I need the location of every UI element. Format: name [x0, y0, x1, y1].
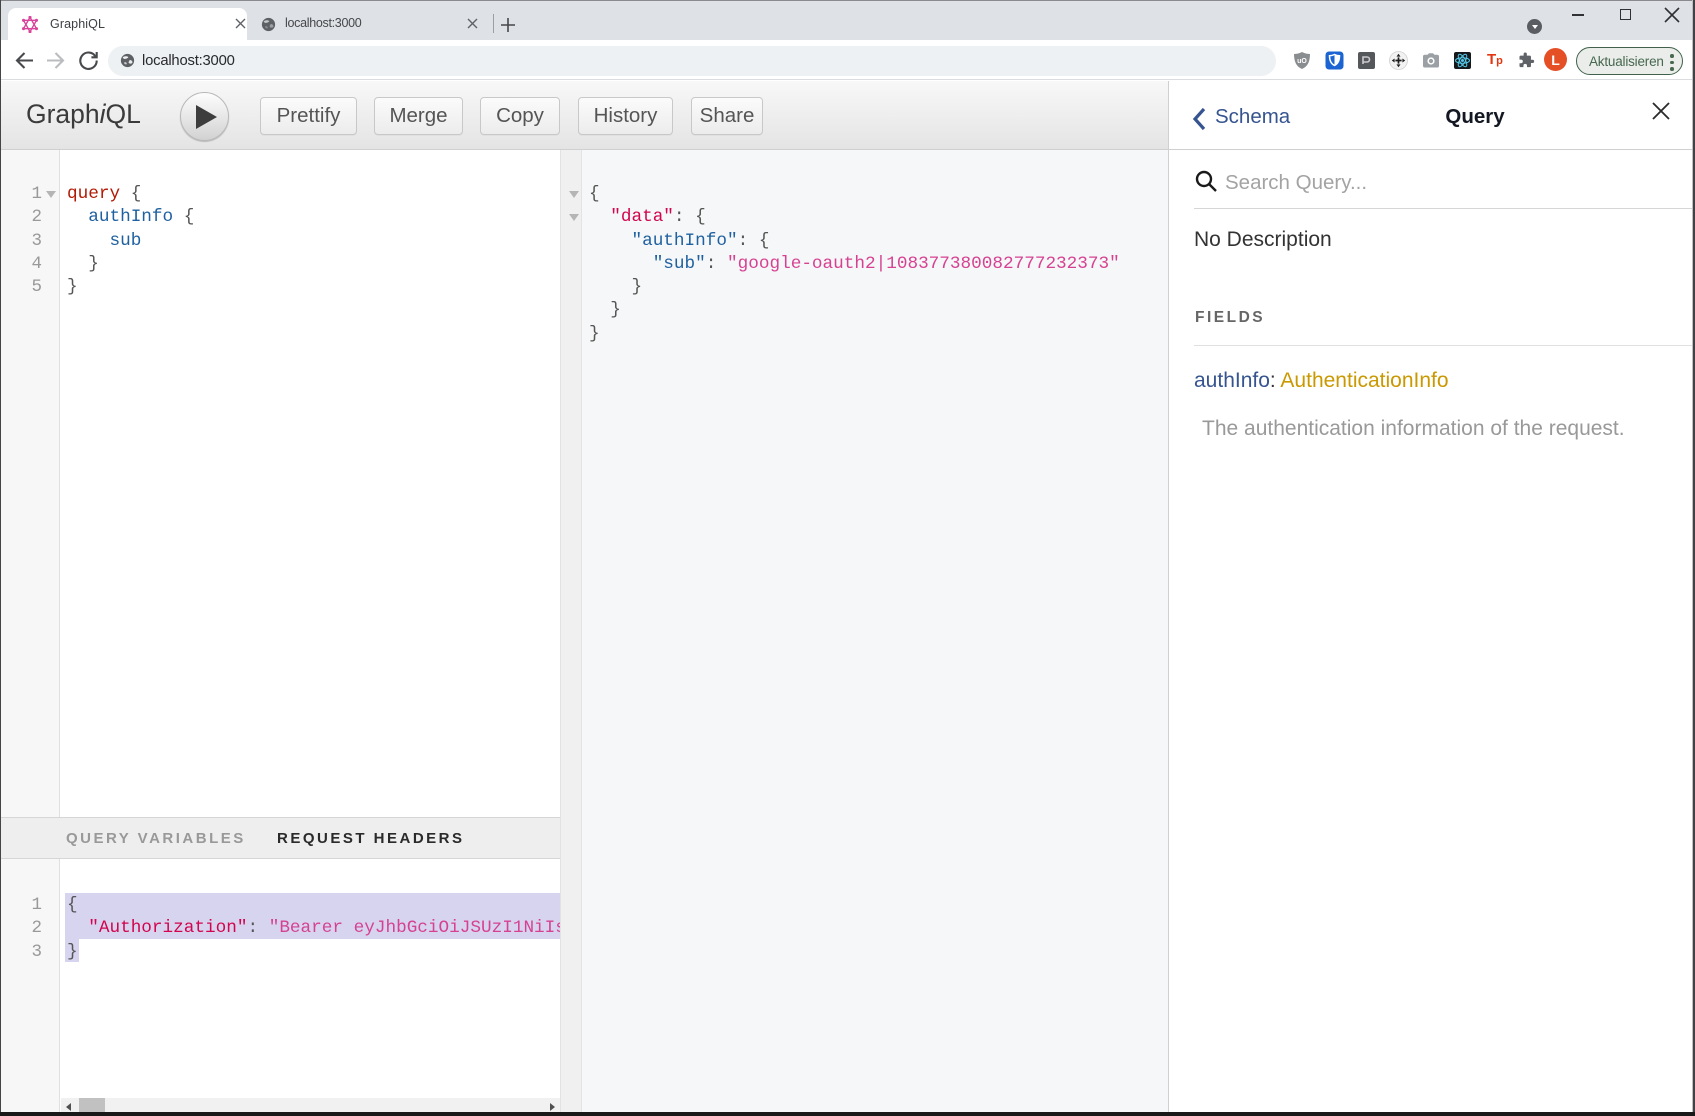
svg-text:uO: uO [1297, 58, 1307, 65]
